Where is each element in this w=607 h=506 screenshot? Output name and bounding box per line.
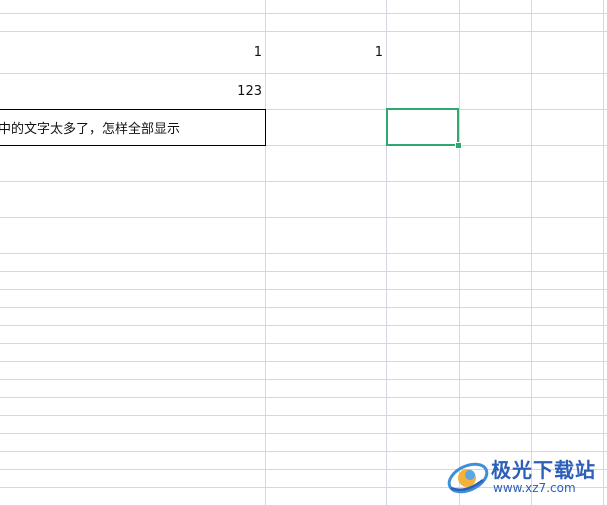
row-divider[interactable] xyxy=(0,433,607,434)
row-divider[interactable] xyxy=(0,217,607,218)
spreadsheet-grid[interactable]: 1 1 123 中的文字太多了，怎样全部显示 xyxy=(0,0,607,506)
row-divider[interactable] xyxy=(0,487,607,488)
row-divider[interactable] xyxy=(0,181,607,182)
row-divider[interactable] xyxy=(0,451,607,452)
row-divider[interactable] xyxy=(0,415,607,416)
row-divider[interactable] xyxy=(0,253,607,254)
row-divider[interactable] xyxy=(0,13,607,14)
row-divider[interactable] xyxy=(0,469,607,470)
row-divider[interactable] xyxy=(0,397,607,398)
fill-handle[interactable] xyxy=(455,142,462,149)
row-divider[interactable] xyxy=(0,325,607,326)
cell-text[interactable]: 中的文字太多了，怎样全部显示 xyxy=(0,109,266,146)
cell-number[interactable]: 123 xyxy=(0,74,265,109)
row-divider[interactable] xyxy=(0,343,607,344)
cell-number[interactable]: 1 xyxy=(266,32,386,73)
cell-number[interactable]: 1 xyxy=(0,32,265,73)
row-divider[interactable] xyxy=(0,379,607,380)
row-divider[interactable] xyxy=(0,289,607,290)
active-cell-selection[interactable] xyxy=(386,108,459,146)
row-divider[interactable] xyxy=(0,307,607,308)
row-divider[interactable] xyxy=(0,271,607,272)
row-divider[interactable] xyxy=(0,361,607,362)
